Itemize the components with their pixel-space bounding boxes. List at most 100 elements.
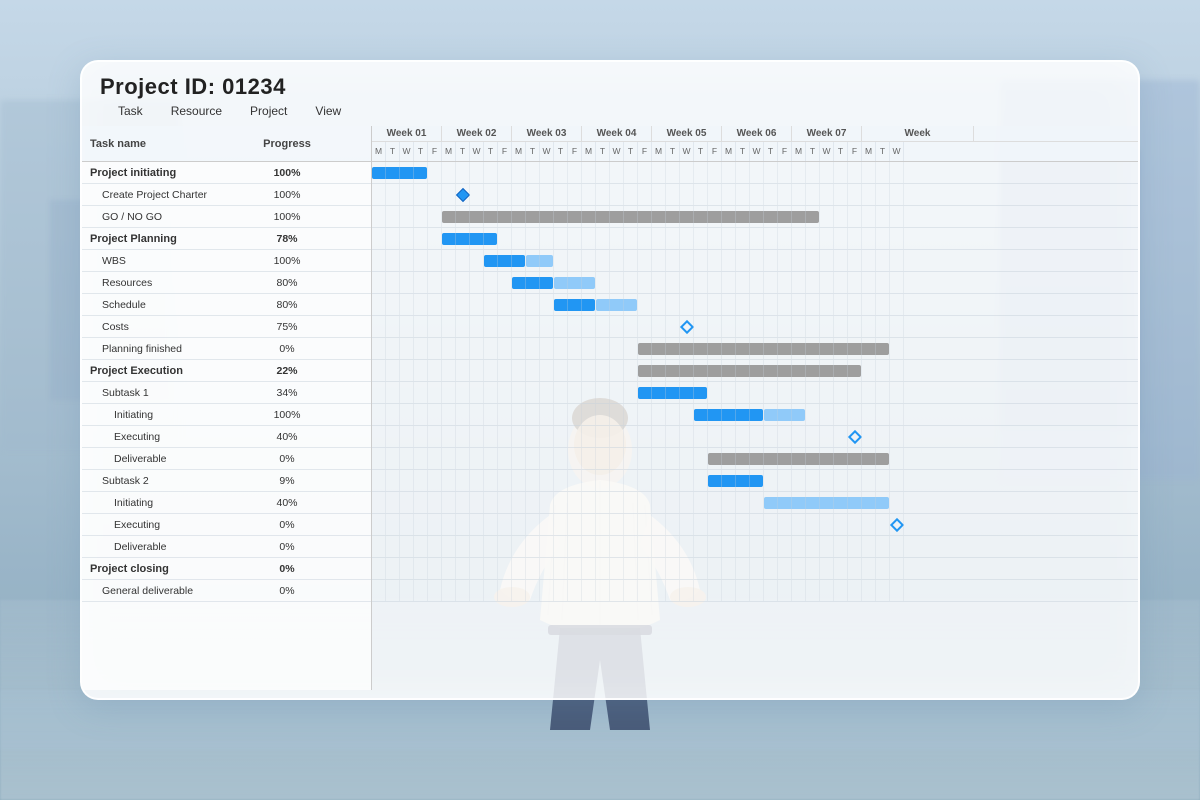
gantt-grid-cell <box>792 580 806 601</box>
gantt-grid-cell <box>862 470 876 491</box>
gantt-grid-cell <box>596 426 610 447</box>
gantt-grid-cell <box>526 184 540 205</box>
task-name-cell: Subtask 1 <box>82 387 257 399</box>
gantt-grid-cell <box>582 558 596 579</box>
gantt-grid-row <box>372 228 1138 250</box>
gantt-grid-cell <box>428 382 442 403</box>
task-name-cell: Executing <box>82 431 257 443</box>
gantt-grid-cell <box>540 338 554 359</box>
menu-view[interactable]: View <box>315 104 341 118</box>
gantt-grid-row <box>372 184 1138 206</box>
gantt-grid-cell <box>666 228 680 249</box>
gantt-grid-cell <box>862 184 876 205</box>
gantt-grid-cell <box>778 162 792 183</box>
gantt-grid-cell <box>736 272 750 293</box>
day-label: F <box>848 142 862 161</box>
gantt-grid-cell <box>736 426 750 447</box>
gantt-grid-cell <box>554 228 568 249</box>
gantt-grid-cell <box>680 206 694 227</box>
gantt-grid-cell <box>540 580 554 601</box>
gantt-grid-cell <box>876 514 890 535</box>
gantt-grid-cell <box>638 206 652 227</box>
gantt-grid-cell <box>456 492 470 513</box>
gantt-grid-cell <box>876 426 890 447</box>
gantt-grid-cell <box>834 360 848 381</box>
gantt-grid-cell <box>652 558 666 579</box>
task-name-cell: Deliverable <box>82 541 257 553</box>
gantt-grid-cell <box>736 536 750 557</box>
progress-cell: 0% <box>257 585 317 597</box>
menu-resource[interactable]: Resource <box>171 104 222 118</box>
gantt-grid-cell <box>736 558 750 579</box>
gantt-grid-cell <box>820 272 834 293</box>
gantt-grid-cell <box>666 206 680 227</box>
gantt-grid-cell <box>862 382 876 403</box>
gantt-grid-cell <box>876 470 890 491</box>
gantt-grid-cell <box>750 316 764 337</box>
gantt-grid-cell <box>652 514 666 535</box>
task-name-cell: Project closing <box>82 563 257 575</box>
gantt-grid-cell <box>722 316 736 337</box>
gantt-grid-cell <box>498 184 512 205</box>
gantt-grid-cell <box>400 580 414 601</box>
menu-project[interactable]: Project <box>250 104 287 118</box>
gantt-grid-cell <box>652 404 666 425</box>
gantt-grid-cell <box>750 250 764 271</box>
gantt-grid-cell <box>512 162 526 183</box>
gantt-grid-cell <box>834 338 848 359</box>
gantt-grid-cell <box>624 360 638 381</box>
gantt-grid-cell <box>652 228 666 249</box>
task-name-cell: Initiating <box>82 409 257 421</box>
gantt-grid-cell <box>694 426 708 447</box>
gantt-grid-cell <box>834 162 848 183</box>
gantt-grid-cell <box>372 162 386 183</box>
task-row: Initiating100% <box>82 404 371 426</box>
gantt-grid-row <box>372 448 1138 470</box>
gantt-grid-cell <box>386 272 400 293</box>
gantt-grid-cell <box>652 470 666 491</box>
gantt-grid-cell <box>554 184 568 205</box>
gantt-grid-cell <box>400 316 414 337</box>
menu-bar: Task Resource Project View <box>100 100 1120 122</box>
gantt-grid-cell <box>694 580 708 601</box>
gantt-grid-cell <box>554 558 568 579</box>
gantt-grid-cell <box>498 382 512 403</box>
gantt-grid-cell <box>512 492 526 513</box>
gantt-grid-cell <box>442 558 456 579</box>
gantt-grid-cell <box>694 382 708 403</box>
gantt-grid-cell <box>540 184 554 205</box>
gantt-grid-cell <box>568 162 582 183</box>
menu-task[interactable]: Task <box>118 104 143 118</box>
col-task-name-header: Task name <box>82 138 257 150</box>
gantt-grid-cell <box>610 184 624 205</box>
gantt-grid-cell <box>862 558 876 579</box>
gantt-grid-cell <box>624 272 638 293</box>
gantt-grid-cell <box>694 294 708 315</box>
gantt-grid-cell <box>428 338 442 359</box>
gantt-grid-cell <box>512 470 526 491</box>
gantt-grid-cell <box>862 228 876 249</box>
gantt-grid-row <box>372 360 1138 382</box>
gantt-grid-cell <box>442 316 456 337</box>
gantt-grid-cell <box>470 338 484 359</box>
gantt-grid-cell <box>484 228 498 249</box>
gantt-grid-cell <box>736 316 750 337</box>
gantt-grid-cell <box>848 228 862 249</box>
gantt-grid-cell <box>414 294 428 315</box>
gantt-grid-cell <box>792 514 806 535</box>
gantt-grid-cell <box>414 184 428 205</box>
task-rows: Project initiating100%Create Project Cha… <box>82 162 371 602</box>
day-label: F <box>568 142 582 161</box>
gantt-grid-cell <box>890 250 904 271</box>
task-row: Schedule80% <box>82 294 371 316</box>
gantt-grid-cell <box>680 184 694 205</box>
gantt-grid-cell <box>722 580 736 601</box>
gantt-grid-cell <box>540 514 554 535</box>
gantt-grid-cell <box>554 162 568 183</box>
gantt-grid-cell <box>750 272 764 293</box>
gantt-grid-cell <box>666 184 680 205</box>
gantt-grid-cell <box>890 294 904 315</box>
gantt-grid-cell <box>610 316 624 337</box>
task-name-cell: Costs <box>82 321 257 333</box>
week-label: Week <box>862 126 974 141</box>
